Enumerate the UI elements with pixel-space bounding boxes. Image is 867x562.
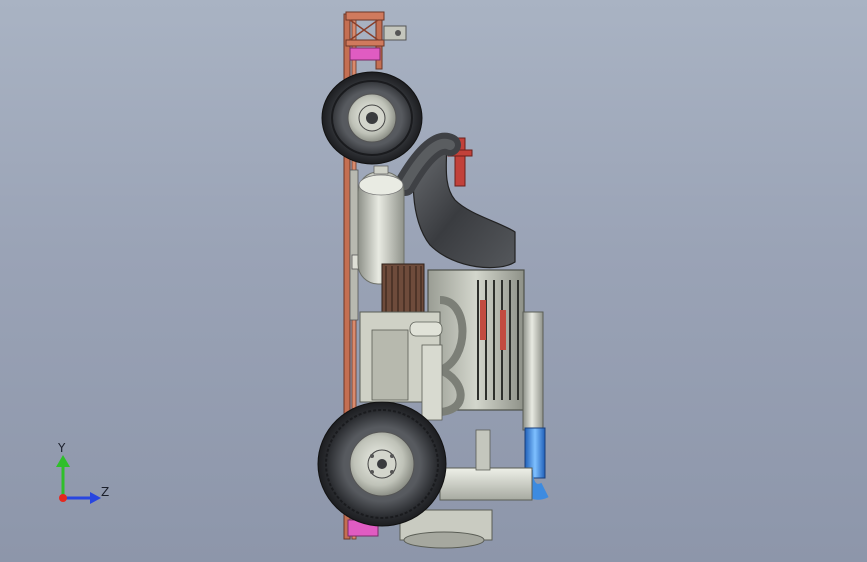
y-axis-arrowhead <box>56 455 70 467</box>
x-axis-dot <box>59 494 67 502</box>
air-filter[interactable] <box>381 263 425 315</box>
kart-model-side-view[interactable] <box>0 0 867 562</box>
rear-wheel[interactable] <box>321 71 423 165</box>
cad-viewport[interactable]: Y Z <box>0 0 867 562</box>
coolant-pipe[interactable] <box>517 311 549 500</box>
axis-triad <box>56 455 101 504</box>
front-wheel[interactable] <box>317 401 447 527</box>
z-axis-label: Z <box>101 485 110 499</box>
z-axis-arrowhead <box>90 492 101 504</box>
y-axis-label: Y <box>58 441 66 455</box>
